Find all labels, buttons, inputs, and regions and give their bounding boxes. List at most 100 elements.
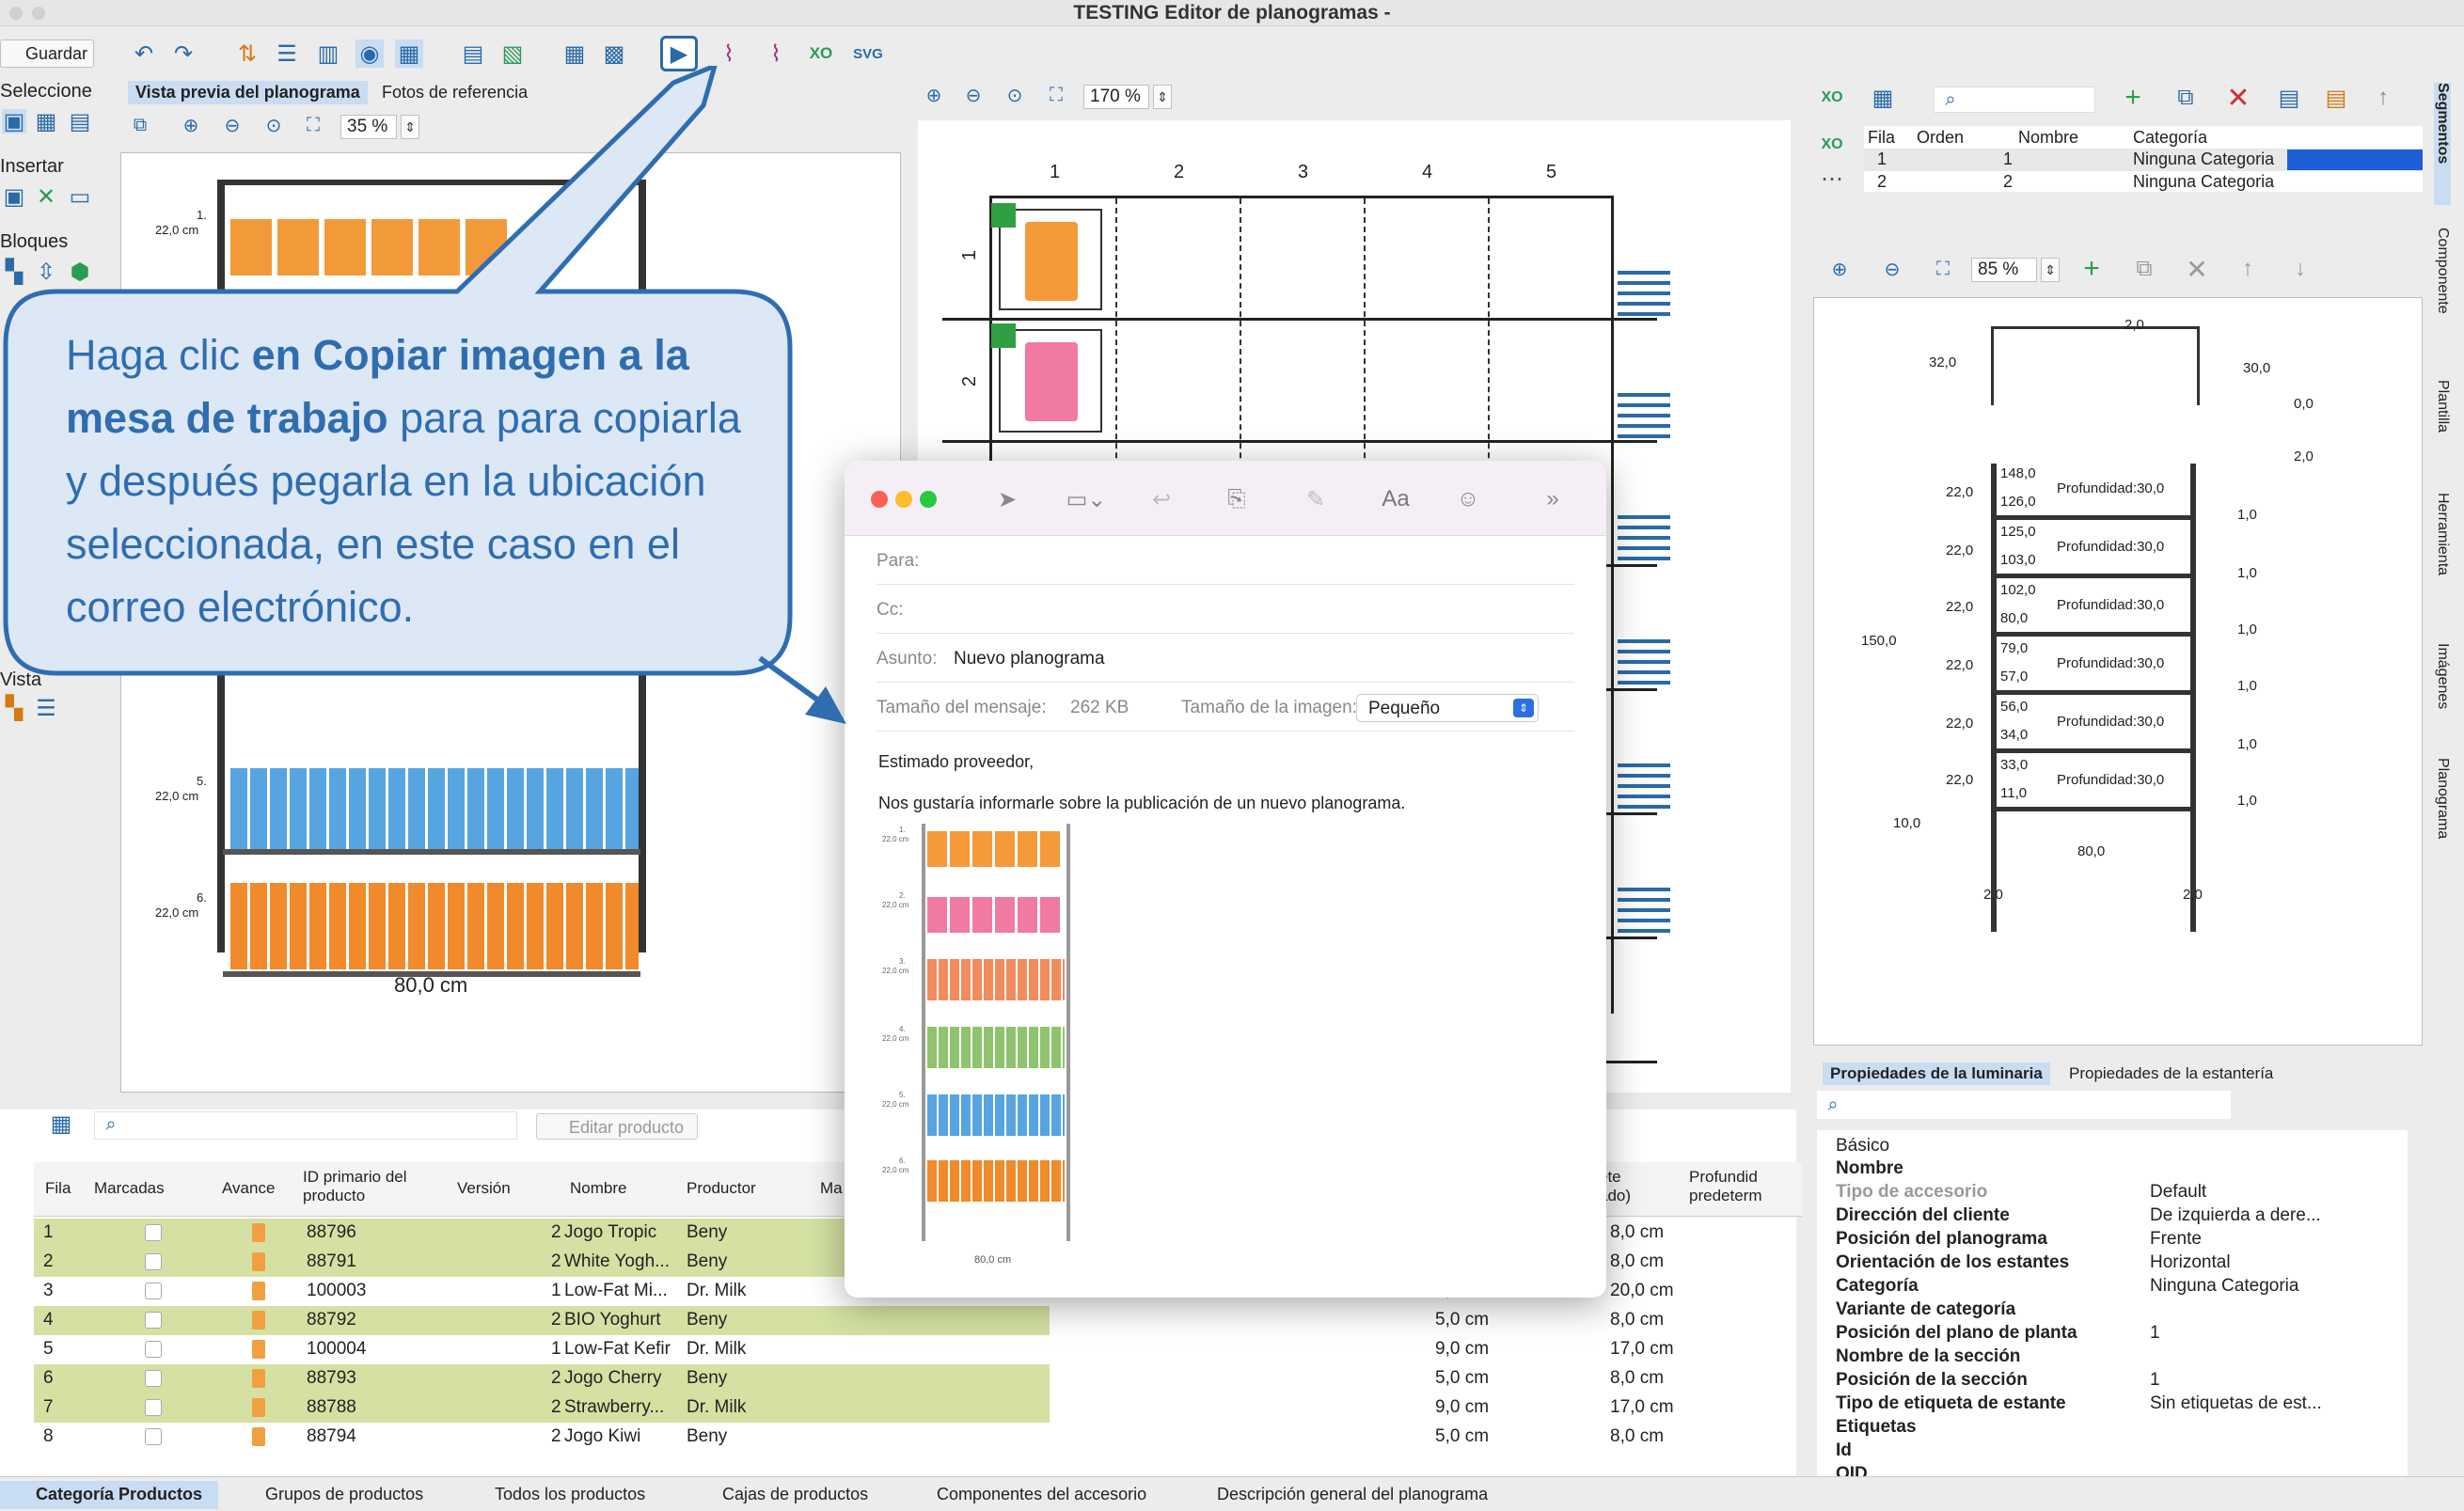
segments-table-icon[interactable]: ▦	[1870, 85, 1896, 111]
marked-checkbox[interactable]	[145, 1253, 162, 1270]
shelf-6-align-icon[interactable]	[1618, 888, 1670, 938]
product-row[interactable]: 8 88794 2 Jogo Kiwi Beny 5,0 cm 8,0 cm	[34, 1423, 1664, 1452]
center-zoom-in-icon[interactable]: ⊕	[922, 83, 946, 107]
diagram-up-icon[interactable]: ↑	[2235, 256, 2261, 282]
property-row[interactable]: Nombre de la sección	[1836, 1345, 2400, 1368]
property-row[interactable]: Categoría Ninguna Categoria	[1836, 1274, 2400, 1298]
marked-checkbox[interactable]	[145, 1312, 162, 1329]
save-button[interactable]: Guardar	[0, 39, 94, 68]
marked-checkbox[interactable]	[145, 1428, 162, 1445]
tab-product-category[interactable]: Categoría Productos	[0, 1481, 218, 1509]
property-row[interactable]: Variante de categoría	[1836, 1298, 2400, 1321]
header-fields-icon[interactable]: ▭⌄	[1063, 483, 1110, 515]
vtab-component[interactable]: Componente	[2434, 228, 2451, 314]
ruler-icon[interactable]: ▦	[395, 39, 423, 68]
table-icon[interactable]: ▦	[561, 39, 589, 68]
product-slot-1[interactable]	[991, 203, 1102, 310]
segment-row-1[interactable]: 1 1 Ninguna Categoria	[1864, 149, 2423, 171]
analysis-icon[interactable]: ⌇	[762, 39, 790, 68]
layout-icon[interactable]: ▧	[498, 39, 527, 68]
shelf-1-align-icon[interactable]	[1618, 271, 1670, 322]
map-icon[interactable]: ▩	[600, 39, 628, 68]
tab-product-boxes[interactable]: Cajas de productos	[690, 1481, 878, 1509]
mail-close-button[interactable]	[871, 491, 888, 508]
property-row[interactable]: Nombre	[1836, 1157, 2400, 1180]
tab-planogram-overview[interactable]: Descripción general del planograma	[1185, 1481, 1524, 1509]
property-row[interactable]: Posición del planograma Frente	[1836, 1227, 2400, 1251]
product-row[interactable]: 6 88793 2 Jogo Cherry Beny 5,0 cm 8,0 cm	[34, 1364, 1664, 1393]
diagram-add-icon[interactable]: +	[2078, 253, 2105, 284]
shelf-2-align-icon[interactable]	[1618, 393, 1670, 444]
chart-icon[interactable]: ▤	[459, 39, 487, 68]
emoji-icon[interactable]: ☺	[1452, 483, 1484, 515]
marked-checkbox[interactable]	[145, 1341, 162, 1358]
more-icon[interactable]: ⋯	[1819, 165, 1845, 192]
diagram-zoom-stepper[interactable]: ⇕	[2041, 258, 2060, 282]
diagram-copy-icon[interactable]: ⧉	[2131, 256, 2157, 282]
undo-icon[interactable]: ↶	[130, 39, 158, 68]
property-row[interactable]: Id	[1836, 1439, 2400, 1462]
product-row[interactable]: 4 88792 2 BIO Yoghurt Beny 5,0 cm 8,0 cm	[34, 1306, 1664, 1335]
segments-search[interactable]: ⌕	[1934, 87, 2095, 113]
edit-product-button[interactable]: Editar producto	[536, 1113, 698, 1140]
tab-shelf-properties[interactable]: Propiedades de la estantería	[2061, 1062, 2281, 1085]
tab-product-groups[interactable]: Grupos de productos	[233, 1481, 442, 1509]
add-segment-icon[interactable]: +	[2120, 82, 2146, 113]
camera-icon[interactable]: ◉	[355, 39, 384, 68]
property-row[interactable]: Tipo de etiqueta de estante Sin etiquetas…	[1836, 1392, 2400, 1415]
product-row[interactable]: 7 88788 2 Strawberry... Dr. Milk 9,0 cm 17,0 c…	[34, 1393, 1674, 1423]
product-slot-2[interactable]	[991, 323, 1102, 433]
mail-cc-row[interactable]: Cc:	[877, 585, 1574, 634]
segment-sort-icon[interactable]: ▤	[2323, 85, 2349, 111]
diagram-zoom-fit-icon[interactable]: ⛶	[1930, 256, 1956, 282]
center-zoom-field[interactable]: 170 %	[1083, 85, 1149, 109]
more-chevron-icon[interactable]: »	[1537, 483, 1569, 515]
products-table-icon[interactable]: ▦	[49, 1111, 73, 1137]
diagram-delete-icon[interactable]: ✕	[2184, 255, 2210, 284]
segment-row-2[interactable]: 2 2 Ninguna Categoria	[1864, 171, 2423, 194]
segment-option-icon[interactable]: ▤	[2276, 85, 2302, 111]
property-row[interactable]: Tipo de accesorio Default	[1836, 1180, 2400, 1204]
delete-segment-icon[interactable]: ✕	[2225, 83, 2251, 114]
product-row[interactable]: 5 100004 1 Low-Fat Kefir Dr. Milk 9,0 cm 17,0 …	[34, 1335, 1674, 1364]
sort-icon[interactable]: ⇅	[233, 39, 261, 68]
reply-icon[interactable]: ↩	[1145, 483, 1177, 515]
vtab-segments[interactable]: Segmentos	[2434, 83, 2451, 205]
markup-icon[interactable]: ✎	[1300, 483, 1332, 515]
excel-icon[interactable]: XO	[807, 39, 835, 68]
diagram-down-icon[interactable]: ↓	[2287, 256, 2314, 282]
marked-checkbox[interactable]	[145, 1283, 162, 1299]
marked-checkbox[interactable]	[145, 1224, 162, 1241]
copy-segment-icon[interactable]: ⧉	[2172, 85, 2199, 111]
shelf-4-align-icon[interactable]	[1618, 639, 1670, 690]
property-row[interactable]: Posición del plano de planta 1	[1836, 1321, 2400, 1345]
property-row[interactable]: Dirección del cliente De izquierda a dere…	[1836, 1204, 2400, 1227]
segments-excel-icon-2[interactable]: XO	[1819, 132, 1845, 158]
tab-accessory-components[interactable]: Componentes del accesorio	[905, 1481, 1159, 1509]
mail-minimize-button[interactable]	[895, 491, 912, 508]
marked-checkbox[interactable]	[145, 1399, 162, 1416]
tab-all-products[interactable]: Todos los productos	[461, 1481, 668, 1509]
center-zoom-out-icon[interactable]: ⊖	[961, 83, 986, 107]
shelf-5-align-icon[interactable]	[1618, 763, 1670, 814]
tab-fixture-properties[interactable]: Propiedades de la luminaria	[1823, 1062, 2050, 1085]
segments-excel-icon[interactable]: XO	[1819, 85, 1845, 111]
center-zoom-stepper[interactable]: ⇕	[1153, 85, 1172, 109]
attachment-icon[interactable]: ⎘	[1221, 483, 1253, 515]
props-search[interactable]: ⌕	[1817, 1091, 2231, 1119]
send-icon[interactable]: ➤	[991, 483, 1023, 515]
line-chart-icon[interactable]: ⌇	[715, 39, 743, 68]
marked-checkbox[interactable]	[145, 1370, 162, 1387]
diagram-zoom-out-icon[interactable]: ⊖	[1879, 256, 1905, 282]
format-font-button[interactable]: Aa	[1377, 483, 1414, 515]
svg-export-icon[interactable]: SVG	[852, 39, 884, 68]
vtab-images[interactable]: Imágenes	[2434, 643, 2451, 709]
vtab-planogram[interactable]: Planograma	[2434, 758, 2451, 839]
diagram-zoom-field[interactable]: 85 %	[1971, 258, 2037, 282]
property-row[interactable]: Orientación de los estantes Horizontal	[1836, 1251, 2400, 1274]
center-zoom-fit-icon[interactable]: ⛶	[1044, 83, 1068, 107]
mail-to-row[interactable]: Para:	[877, 536, 1574, 585]
mail-subject-row[interactable]: Asunto: Nuevo planograma	[877, 634, 1574, 683]
center-zoom-reset-icon[interactable]: ⊙	[1003, 83, 1027, 107]
redo-icon[interactable]: ↷	[169, 39, 197, 68]
